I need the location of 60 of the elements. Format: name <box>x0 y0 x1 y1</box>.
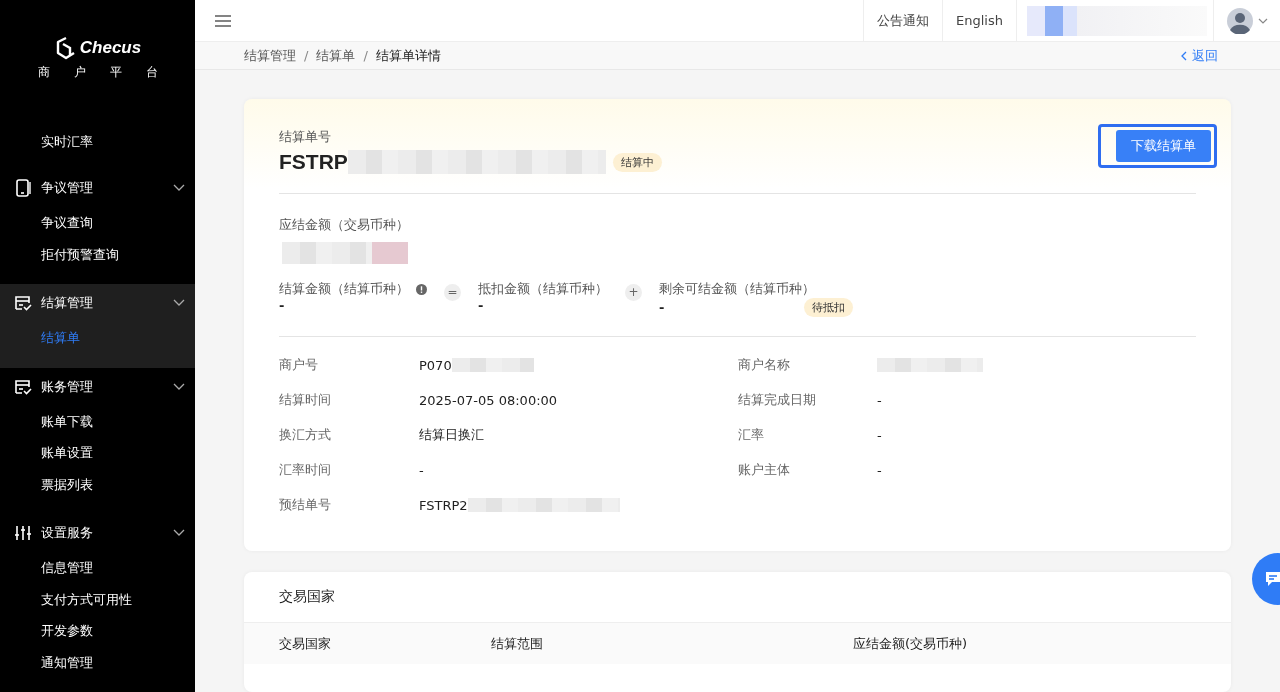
menu-item[interactable]: 信息管理 <box>0 552 195 584</box>
breadcrumb-link[interactable]: 结算单详情 <box>375 46 441 65</box>
breadcrumb-separator: / <box>304 48 309 63</box>
field-label: 商户名称 <box>738 356 791 374</box>
menu-item[interactable]: 争议查询 <box>0 207 195 239</box>
field-value: 结算日换汇 <box>419 426 484 444</box>
column-header: 结算范围 <box>491 634 544 653</box>
column-header: 应结金额(交易币种) <box>853 634 969 653</box>
breadcrumb-link[interactable]: 结算单 <box>316 46 356 65</box>
menu-group[interactable]: 账务管理 <box>0 367 195 406</box>
amount-value: - <box>279 298 285 313</box>
operator-sign: + <box>625 284 642 301</box>
field-value: 2025-07-05 08:00:00 <box>419 392 558 408</box>
download-button[interactable]: 下载结算单 <box>1116 130 1211 162</box>
back-link[interactable]: 返回 <box>1181 46 1218 65</box>
amount-value: - <box>659 300 665 315</box>
logo-subtitle: 商户平台 <box>37 64 182 81</box>
operator-sign: = <box>444 284 461 301</box>
field-value: - <box>877 462 882 478</box>
menu-item[interactable]: 账单下载 <box>0 405 195 437</box>
field-label: 汇率 <box>738 426 765 444</box>
header-link[interactable]: 公告通知 <box>863 0 943 41</box>
field-value: - <box>877 427 882 443</box>
field-label: 汇率时间 <box>279 461 332 479</box>
field-value: P070 <box>419 357 452 373</box>
menu-group[interactable]: 争议管理 <box>0 169 195 207</box>
field-label: 结算完成日期 <box>738 391 817 409</box>
column-header: 交易国家 <box>279 634 332 653</box>
menu-item[interactable]: 实时汇率 <box>0 125 195 157</box>
settlement-number: FSTRP <box>279 150 348 174</box>
breadcrumb-separator: / <box>363 48 368 63</box>
breadcrumb-link[interactable]: 结算管理 <box>244 46 296 65</box>
field-label: 抵扣金额（结算币种） <box>478 280 608 298</box>
field-label: 账户主体 <box>738 461 791 479</box>
field-label: 结算单号 <box>279 128 332 146</box>
menu-item[interactable]: 结算单 <box>0 322 195 354</box>
field-label: 预结单号 <box>279 496 332 514</box>
menu-group[interactable]: 设置服务 <box>0 514 195 552</box>
menu-item[interactable]: 账单设置 <box>0 437 195 469</box>
logo-text: Checus <box>79 38 142 58</box>
field-label: 应结金额（交易币种） <box>279 216 410 234</box>
amount-value: - <box>478 298 484 313</box>
section-title: 交易国家 <box>278 587 336 606</box>
field-label: 商户号 <box>279 356 319 374</box>
status-tag: 待抵扣 <box>804 298 854 317</box>
field-value: - <box>419 462 424 478</box>
field-label: 结算时间 <box>279 391 332 409</box>
field-label: 剩余可结金额（结算币种） <box>659 280 815 298</box>
menu-item[interactable]: 开发参数 <box>0 615 195 647</box>
menu-group[interactable]: 结算管理 <box>0 284 195 322</box>
menu-item[interactable]: 通知管理 <box>0 646 195 678</box>
field-label: 换汇方式 <box>279 426 332 444</box>
field-value: FSTRP2 <box>419 497 468 513</box>
header-link[interactable]: English <box>942 0 1016 41</box>
menu-item[interactable]: 支付方式可用性 <box>0 583 195 615</box>
field-label: 结算金额（结算币种） <box>279 280 409 298</box>
field-value: - <box>877 392 882 408</box>
status-tag: 结算中 <box>612 152 662 172</box>
menu-item[interactable]: 票据列表 <box>0 468 195 500</box>
menu-item[interactable]: 拒付预警查询 <box>0 238 195 270</box>
